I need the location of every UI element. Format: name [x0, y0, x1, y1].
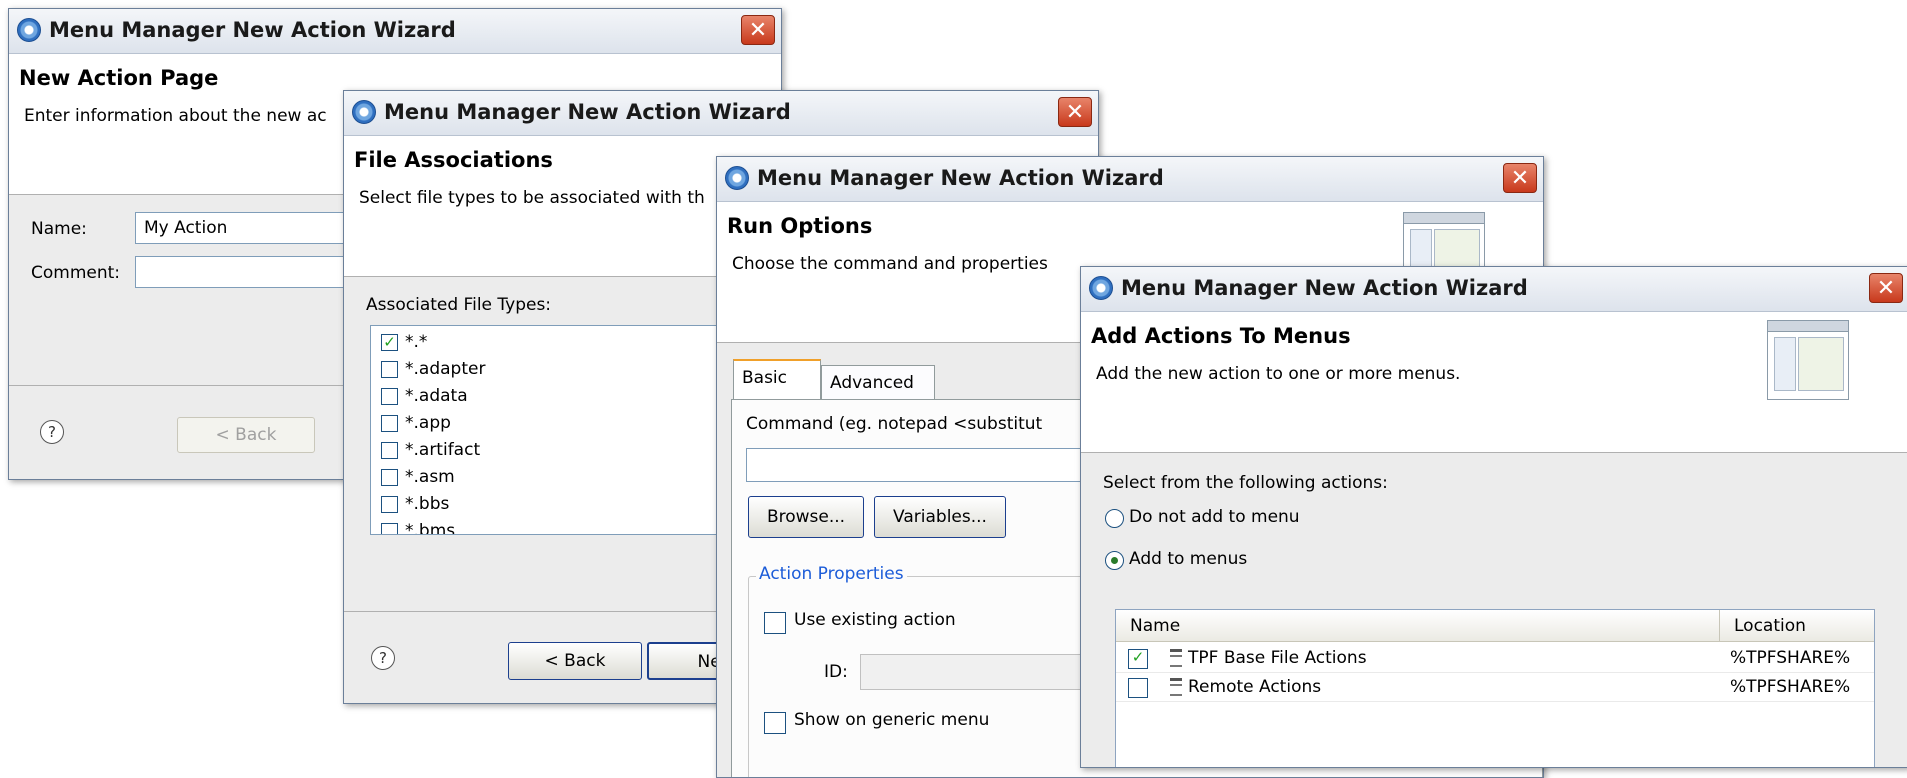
- wizard-banner-image: [1767, 320, 1849, 400]
- wizard-app-icon: [17, 18, 41, 42]
- comment-label: Comment:: [31, 263, 121, 283]
- wizard-app-icon: [725, 166, 749, 190]
- menu-location: %TPFSHARE%: [1730, 677, 1851, 697]
- close-button[interactable]: ✕: [1058, 97, 1092, 127]
- radio-add-to-menus[interactable]: [1105, 551, 1124, 570]
- help-icon[interactable]: ?: [371, 646, 395, 670]
- page-description: Enter information about the new ac: [24, 106, 327, 126]
- close-button[interactable]: ✕: [1503, 163, 1537, 193]
- wizard-banner: Add Actions To Menus Add the new action …: [1081, 312, 1907, 453]
- back-button[interactable]: < Back: [177, 417, 315, 453]
- wizard-content: Select from the following actions: Do no…: [1081, 453, 1907, 767]
- menu-location: %TPFSHARE%: [1730, 648, 1851, 668]
- file-type-label: *.artifact: [405, 440, 481, 460]
- file-type-label: *.app: [405, 413, 451, 433]
- file-type-checkbox[interactable]: [381, 388, 398, 405]
- id-label: ID:: [824, 662, 848, 682]
- radio-do-not-add[interactable]: [1105, 509, 1124, 528]
- file-type-checkbox[interactable]: ✓: [381, 334, 398, 351]
- show-generic-label: Show on generic menu: [794, 710, 990, 730]
- file-type-checkbox[interactable]: [381, 361, 398, 378]
- page-description: Add the new action to one or more menus.: [1096, 364, 1461, 384]
- name-label: Name:: [31, 219, 87, 239]
- table-row[interactable]: ✓ TPF Base File Actions %TPFSHARE%: [1116, 644, 1874, 673]
- page-description: Choose the command and properties: [732, 254, 1048, 274]
- menu-icon: [1168, 647, 1184, 669]
- column-header-location[interactable]: Location: [1720, 610, 1874, 642]
- page-title: New Action Page: [19, 66, 219, 90]
- file-type-label: *.adata: [405, 386, 468, 406]
- group-title: Action Properties: [756, 564, 907, 584]
- tab-advanced[interactable]: Advanced: [821, 365, 935, 401]
- close-button[interactable]: ✕: [741, 15, 775, 45]
- file-type-checkbox[interactable]: [381, 469, 398, 486]
- title-bar[interactable]: Menu Manager New Action Wizard ✕: [9, 9, 781, 54]
- show-generic-checkbox[interactable]: [764, 712, 786, 734]
- menu-checkbox[interactable]: [1128, 678, 1148, 698]
- file-type-checkbox[interactable]: [381, 442, 398, 459]
- menu-icon: [1168, 676, 1184, 698]
- table-row[interactable]: Remote Actions %TPFSHARE%: [1116, 673, 1874, 702]
- back-button[interactable]: < Back: [508, 642, 642, 680]
- menu-name: Remote Actions: [1188, 677, 1322, 697]
- file-type-label: *.adapter: [405, 359, 486, 379]
- menus-table[interactable]: Name Location ✓ TPF Base File Actions %T…: [1115, 609, 1875, 767]
- window-title: Menu Manager New Action Wizard: [49, 18, 456, 42]
- use-existing-label: Use existing action: [794, 610, 956, 630]
- page-description: Select file types to be associated with …: [359, 188, 705, 208]
- use-existing-checkbox[interactable]: [764, 612, 786, 634]
- window-title: Menu Manager New Action Wizard: [384, 100, 791, 124]
- wizard-window-add-actions: Menu Manager New Action Wizard ✕ Add Act…: [1080, 266, 1907, 768]
- file-type-checkbox[interactable]: [381, 415, 398, 432]
- file-type-checkbox[interactable]: [381, 496, 398, 513]
- close-button[interactable]: ✕: [1869, 273, 1903, 303]
- page-title: File Associations: [354, 148, 553, 172]
- radio-do-not-add-label: Do not add to menu: [1129, 507, 1300, 527]
- help-icon[interactable]: ?: [40, 420, 64, 444]
- title-bar[interactable]: Menu Manager New Action Wizard ✕: [717, 157, 1543, 202]
- window-title: Menu Manager New Action Wizard: [1121, 276, 1528, 300]
- window-title: Menu Manager New Action Wizard: [757, 166, 1164, 190]
- page-title: Run Options: [727, 214, 873, 238]
- title-bar[interactable]: Menu Manager New Action Wizard ✕: [344, 91, 1098, 136]
- file-types-label: Associated File Types:: [366, 295, 552, 315]
- command-label: Command (eg. notepad <substitut: [746, 414, 1043, 434]
- browse-button[interactable]: Browse...: [748, 496, 864, 538]
- column-header-name[interactable]: Name: [1116, 610, 1720, 642]
- file-type-label: *.bbs: [405, 494, 450, 514]
- menu-checkbox[interactable]: ✓: [1128, 649, 1148, 669]
- file-type-label: *.*: [405, 332, 428, 352]
- select-actions-label: Select from the following actions:: [1103, 473, 1388, 493]
- title-bar[interactable]: Menu Manager New Action Wizard ✕: [1081, 267, 1907, 312]
- wizard-app-icon: [1089, 276, 1113, 300]
- radio-add-to-menus-label: Add to menus: [1129, 549, 1248, 569]
- file-type-checkbox[interactable]: [381, 523, 398, 534]
- page-title: Add Actions To Menus: [1091, 324, 1351, 348]
- menu-name: TPF Base File Actions: [1188, 648, 1367, 668]
- wizard-app-icon: [352, 100, 376, 124]
- file-type-label: *.bms: [405, 521, 456, 535]
- file-type-label: *.asm: [405, 467, 455, 487]
- tab-basic[interactable]: Basic: [733, 359, 821, 399]
- variables-button[interactable]: Variables...: [874, 496, 1006, 538]
